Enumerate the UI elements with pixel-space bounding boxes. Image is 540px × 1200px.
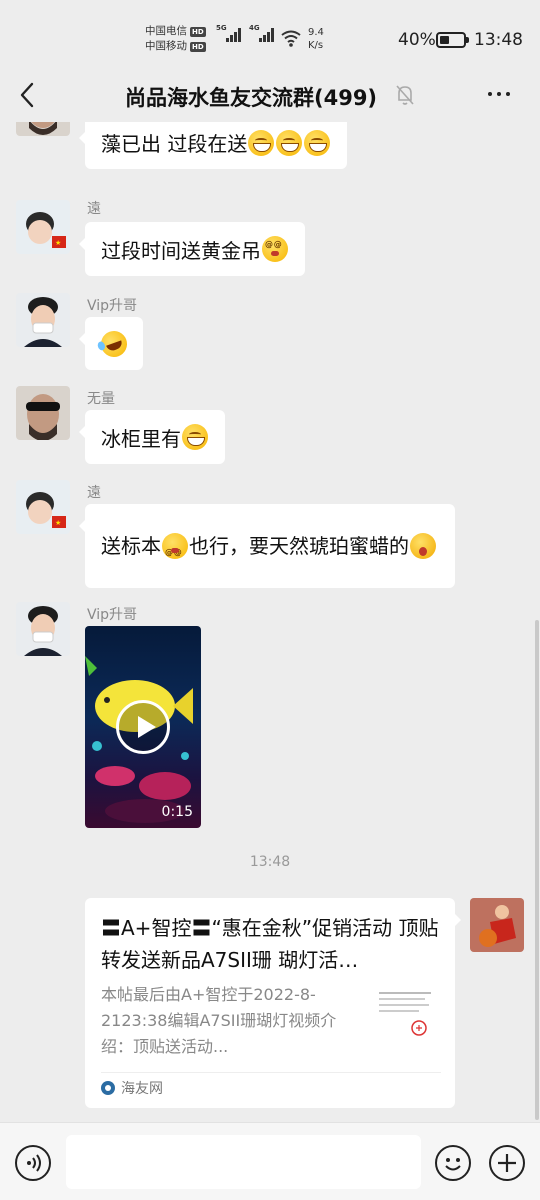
plus-icon[interactable] [489,1145,525,1181]
message-item: 〓A+智控〓“惠在金秋”促销活动 顶贴转发送新品A7SII珊 瑚灯活… 本帖最后… [0,898,540,1112]
carrier-1: 中国电信 [145,25,187,37]
link-card-title: 〓A+智控〓“惠在金秋”促销活动 顶贴转发送新品A7SII珊 瑚灯活… [101,916,439,972]
source-icon [101,1081,115,1095]
grin-emoji-icon [276,129,303,156]
video-message[interactable]: 0:15 [85,626,201,828]
message-bubble[interactable] [79,317,143,370]
carrier-info: 中国电信 HD 中国移动 HD [145,24,206,54]
emoji-icon[interactable] [435,1145,471,1181]
link-card-thumbnail [375,984,435,1044]
grin-emoji-icon [182,424,208,450]
divider [101,1072,441,1073]
link-card-source: 海友网 [101,1078,163,1098]
message-bubble[interactable]: 藻已出 过段在送 [78,122,348,169]
avatar[interactable]: ★ [16,200,70,254]
message-item: 无量 冰柜里有 [0,386,540,466]
message-text: 冰柜里有 [101,426,181,451]
message-item: Vip升哥 [0,293,540,373]
message-bubble[interactable]: 冰柜里有 [79,410,225,464]
status-time: 13:48 [474,30,523,50]
laugh-cry-emoji-icon [97,326,131,361]
sender-name: 遠 [87,201,101,217]
battery-icon [436,32,469,48]
avatar[interactable] [16,602,70,656]
message-text: 过段时间送黄金吊 [101,238,261,263]
message-text: 也行，要天然琥珀蜜蜡的 [189,534,409,558]
wifi-icon [281,30,301,47]
link-card-description: 本帖最后由A+智控于2022-8-2123:38编辑A7SII珊瑚灯视频介绍：顶… [101,985,337,1056]
play-icon[interactable] [116,700,170,754]
hd-badge: HD [190,41,206,52]
grin-emoji-icon [304,129,331,156]
link-card[interactable]: 〓A+智控〓“惠在金秋”促销活动 顶贴转发送新品A7SII珊 瑚灯活… 本帖最后… [85,898,461,1108]
message-text: 藻已出 过段在送 [101,132,248,156]
message-text: 送标本 [101,534,161,558]
ellipsis-icon[interactable] [488,92,510,96]
signal-icons: 5G 4G [216,24,274,42]
hd-badge: HD [190,26,206,37]
svg-text:★: ★ [55,519,61,527]
message-item: Vip升哥 0:15 [0,602,540,832]
grin-emoji-icon [248,129,275,156]
chat-header: 尚品海水鱼友交流群(499) [0,70,540,122]
battery-percent: 40% [398,30,436,50]
chat-timestamp: 13:48 [249,854,291,870]
bell-off-icon [396,85,414,105]
message-input[interactable] [66,1135,421,1189]
sender-name: Vip升哥 [87,298,138,314]
avatar[interactable] [16,293,70,347]
message-bubble[interactable]: 送标本 也行，要天然琥珀蜜蜡的 [79,504,455,588]
carrier-2: 中国移动 [145,40,187,52]
source-name: 海友网 [121,1081,163,1097]
surprised-emoji-icon [410,533,436,559]
video-duration: 0:15 [161,804,193,820]
message-item: 藻已出 过段在送 [0,122,540,184]
avatar[interactable] [16,386,70,440]
sender-name: Vip升哥 [87,607,138,623]
avatar[interactable] [470,898,524,952]
network-speed: 9.4 K/s [308,27,324,51]
chevron-left-icon[interactable] [14,80,42,110]
signal-4g-icon: 4G [249,24,274,42]
message-item: ★ 遠 送标本 也行，要天然琥珀蜜蜡的 [0,480,540,590]
message-item: ★ 遠 过段时间送黄金吊 [0,200,540,290]
sender-name: 遠 [87,485,101,501]
message-bubble[interactable]: 过段时间送黄金吊 [79,222,305,276]
avatar[interactable] [16,122,70,136]
page-title: 尚品海水鱼友交流群(499) [125,86,378,110]
dizzy-emoji-icon [162,533,188,569]
input-bar [0,1122,540,1200]
signal-5g-icon: 5G [216,24,241,42]
voice-icon[interactable] [15,1145,51,1181]
status-bar: 中国电信 HD 中国移动 HD 5G 4G 9.4 K/s 40% 13:48 [0,0,540,70]
dizzy-emoji-icon [262,236,288,262]
chat-messages[interactable]: 藻已出 过段在送 ★ 遠 过段时间送黄金吊 Vip升哥 [0,122,540,1122]
scrollbar[interactable] [535,620,539,1120]
avatar[interactable]: ★ [16,480,70,534]
svg-text:★: ★ [55,239,61,247]
sender-name: 无量 [87,391,115,407]
